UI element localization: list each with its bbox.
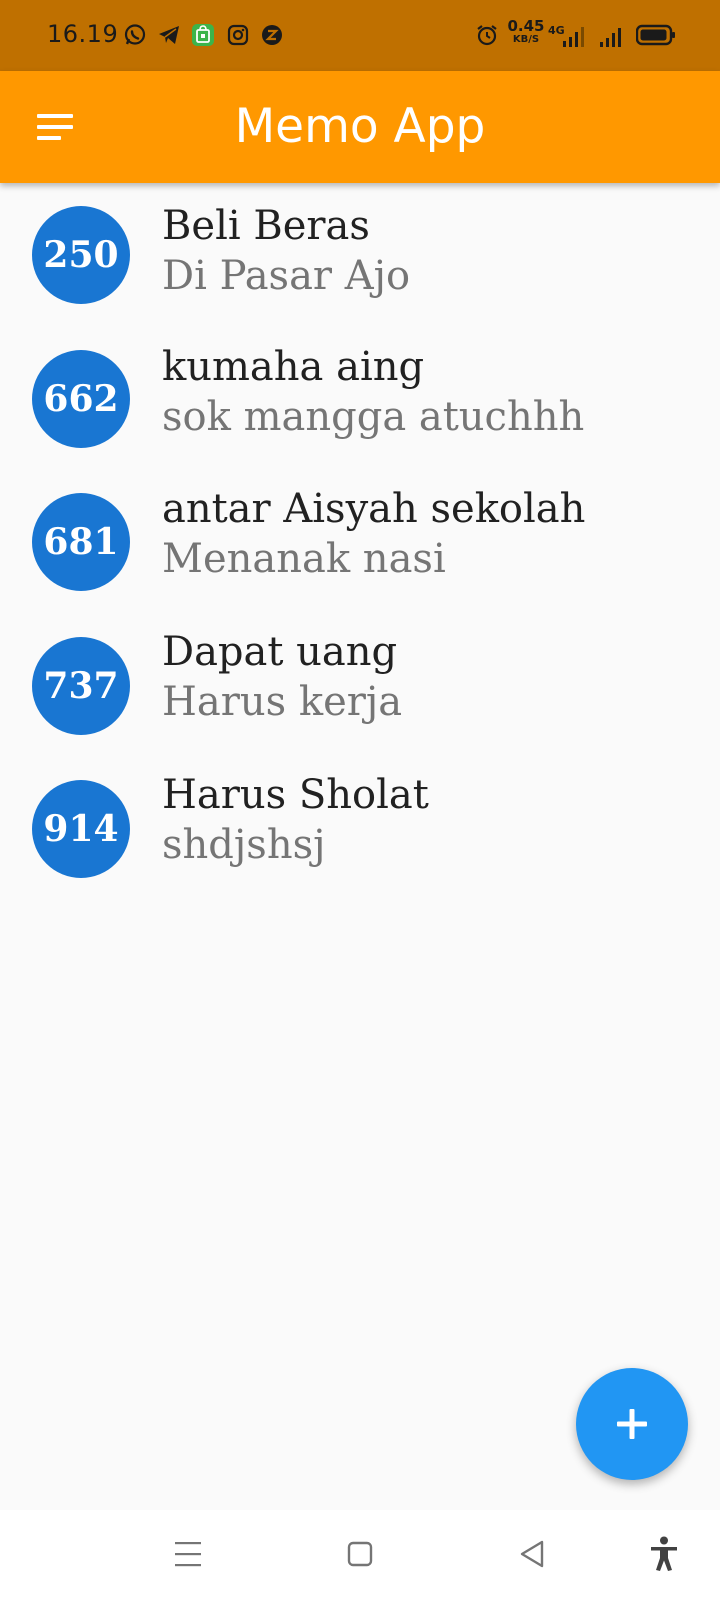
memo-title: Harus Sholat xyxy=(162,772,429,818)
menu-icon xyxy=(37,114,73,140)
memo-id-avatar: 914 xyxy=(32,780,130,878)
add-memo-button[interactable] xyxy=(576,1368,688,1480)
net-speed-unit: KB/S xyxy=(512,34,540,45)
memo-id-avatar: 250 xyxy=(32,206,130,304)
shop-app-icon xyxy=(190,22,216,48)
system-nav-bar xyxy=(0,1510,720,1600)
recents-button[interactable] xyxy=(168,1534,208,1574)
plus-icon xyxy=(617,1409,647,1439)
alarm-icon xyxy=(474,22,500,48)
signal-icon xyxy=(560,24,586,50)
net-speed-value: 0.45 xyxy=(507,17,545,35)
back-icon xyxy=(520,1540,544,1568)
instagram-icon xyxy=(225,22,251,48)
telegram-icon xyxy=(156,22,182,48)
memo-subtitle: Menanak nasi xyxy=(162,536,446,582)
memo-item[interactable]: 737 Dapat uang Harus kerja xyxy=(0,615,720,759)
home-button[interactable] xyxy=(340,1534,380,1574)
memo-item[interactable]: 662 kumaha aing sok mangga atuchhh xyxy=(0,327,720,471)
menu-button[interactable] xyxy=(28,101,84,153)
recents-icon xyxy=(175,1542,201,1567)
status-time: 16.19 xyxy=(47,20,119,48)
memo-id-avatar: 662 xyxy=(32,350,130,448)
battery-icon xyxy=(636,22,676,48)
home-icon xyxy=(347,1541,373,1567)
signal-icon-2 xyxy=(597,24,623,50)
memo-item[interactable]: 914 Harus Sholat shdjshsj xyxy=(0,759,720,903)
memo-subtitle: shdjshsj xyxy=(162,822,326,868)
net-speed: 0.45 KB/S xyxy=(506,19,546,45)
memo-title: antar Aisyah sekolah xyxy=(162,486,586,532)
memo-title: kumaha aing xyxy=(162,344,425,390)
accessibility-button[interactable] xyxy=(644,1534,684,1574)
status-bar: 16.19 0.45 KB/S 4G xyxy=(0,0,720,71)
back-button[interactable] xyxy=(512,1534,552,1574)
app-bar: Memo App xyxy=(0,71,720,183)
whatsapp-icon xyxy=(122,22,148,48)
memo-id-avatar: 681 xyxy=(32,493,130,591)
memo-subtitle: Di Pasar Ajo xyxy=(162,253,411,299)
memo-title: Beli Beras xyxy=(162,203,370,249)
memo-item[interactable]: 250 Beli Beras Di Pasar Ajo xyxy=(0,183,720,327)
memo-item[interactable]: 681 antar Aisyah sekolah Menanak nasi xyxy=(0,471,720,615)
z-app-icon xyxy=(259,22,285,48)
memo-subtitle: Harus kerja xyxy=(162,679,403,725)
app-title: Memo App xyxy=(234,99,486,154)
memo-subtitle: sok mangga atuchhh xyxy=(162,394,585,440)
memo-id-avatar: 737 xyxy=(32,637,130,735)
accessibility-icon xyxy=(651,1536,677,1571)
memo-title: Dapat uang xyxy=(162,629,398,675)
